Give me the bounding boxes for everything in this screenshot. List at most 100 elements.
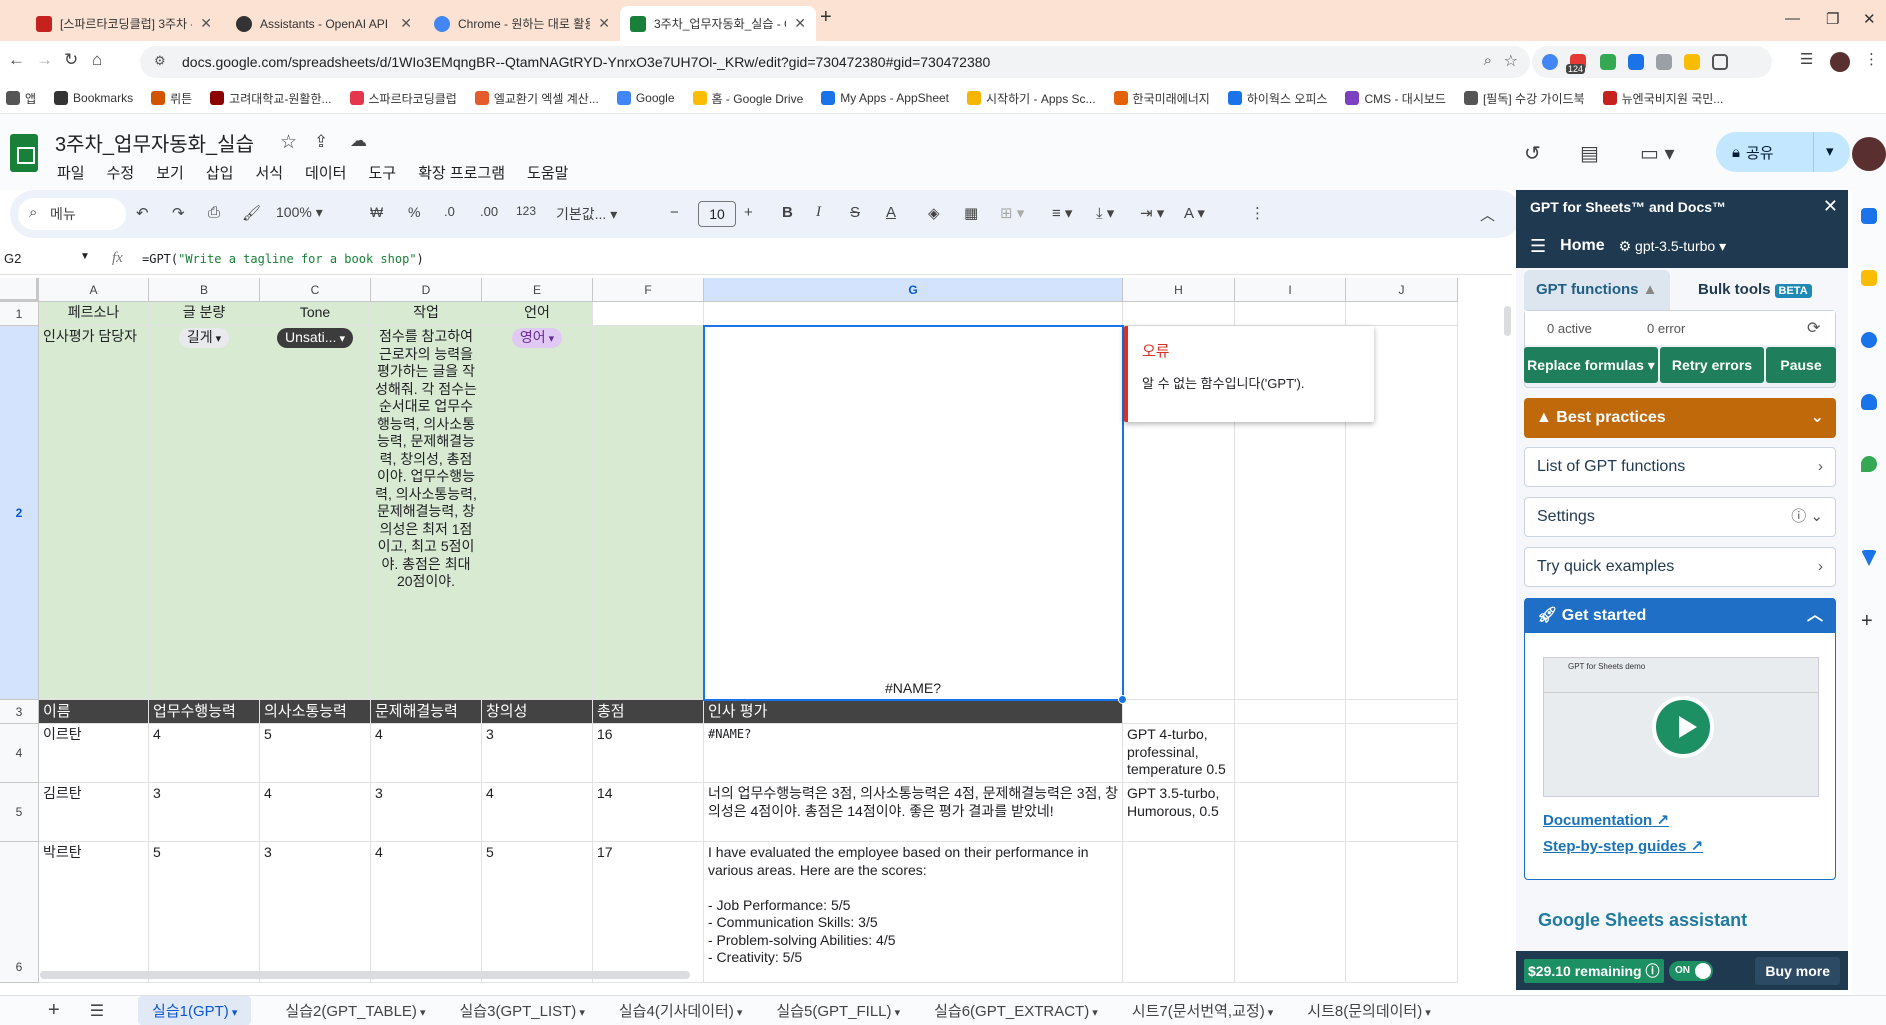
browser-tab[interactable]: Chrome - 원하는 대로 활용할 ✕ [424, 6, 620, 41]
name-box-dropdown-icon[interactable]: ▼ [80, 251, 90, 262]
score-cell[interactable]: 3 [371, 783, 482, 842]
spreadsheet-grid[interactable]: A B C D E F G H I J 1 2 3 4 5 6 페르소나 글 분량 Tone 작업 언어 인사평가 담당자… [0, 278, 1512, 983]
sheet-tab[interactable]: 실습4(기사데이터) [619, 1000, 743, 1021]
language-chip[interactable]: 영어 [511, 328, 563, 348]
play-icon[interactable] [1652, 696, 1714, 758]
select-all-corner[interactable] [0, 278, 39, 302]
column-title-cell[interactable]: 의사소통능력 [260, 700, 371, 724]
replace-formulas-button[interactable]: Replace formulas ▾ [1524, 347, 1658, 383]
browser-tab[interactable]: Assistants - OpenAI API ✕ [226, 6, 422, 41]
sheets-logo[interactable] [10, 134, 38, 172]
site-info-icon[interactable]: ⚙ [154, 53, 166, 69]
tasks-icon[interactable] [1861, 332, 1877, 348]
tab-bulk-tools[interactable]: Bulk tools BETA [1698, 270, 1812, 310]
maps-icon[interactable] [1861, 456, 1877, 472]
header-cell[interactable]: 글 분량 [149, 302, 260, 326]
column-header[interactable]: I [1235, 278, 1346, 302]
back-icon[interactable]: ← [8, 50, 25, 70]
score-cell[interactable]: 4 [371, 724, 482, 783]
score-cell[interactable]: 5 [149, 842, 260, 983]
bookmark-item[interactable]: 시작하기 - Apps Sc... [967, 90, 1096, 107]
bookmark-item[interactable]: 홈 - Google Drive [692, 90, 803, 107]
browser-tab-active[interactable]: 3주차_업무자동화_실습 - Goog ✕ [620, 6, 816, 41]
close-tab-icon[interactable]: ✕ [598, 15, 610, 32]
grid-cell[interactable] [1235, 302, 1346, 326]
close-tab-icon[interactable]: ✕ [400, 15, 412, 32]
refresh-icon[interactable]: ⟳ [1807, 318, 1820, 338]
grid-cell[interactable] [1235, 724, 1346, 783]
history-icon[interactable]: ↺ [1524, 141, 1541, 166]
text-rotation-icon[interactable]: A ▾ [1184, 204, 1205, 222]
extension-icon[interactable] [1542, 54, 1558, 70]
maximize-icon[interactable]: ❐ [1826, 10, 1839, 28]
minimize-icon[interactable]: — [1785, 10, 1800, 27]
row-header[interactable]: 2 [0, 326, 39, 700]
tab-gpt-functions[interactable]: GPT functions ▲ [1524, 270, 1670, 310]
user-avatar[interactable] [1852, 137, 1886, 171]
column-header[interactable]: G [704, 278, 1123, 302]
collapse-menus-icon[interactable]: ︿ [1480, 204, 1495, 225]
score-cell[interactable]: 17 [593, 842, 704, 983]
bookmark-item[interactable]: CMS - 대시보드 [1345, 90, 1446, 107]
font-size-input[interactable]: 10 [698, 201, 736, 227]
star-icon[interactable]: ☆ [280, 131, 297, 154]
score-cell[interactable]: 4 [371, 842, 482, 983]
score-cell[interactable]: 14 [593, 783, 704, 842]
document-title[interactable]: 3주차_업무자동화_실습 [55, 128, 254, 157]
sheet-tab[interactable]: 시트7(문서번역,교정) [1132, 1000, 1273, 1021]
bookmark-item[interactable]: Google [616, 91, 675, 105]
grid-cell[interactable] [1235, 783, 1346, 842]
extension-rail-icon[interactable] [1861, 550, 1877, 566]
menu-item[interactable]: 확장 프로그램 [418, 162, 505, 183]
grid-cell[interactable] [704, 302, 1123, 326]
home-link[interactable]: Home [1560, 237, 1604, 255]
language-cell[interactable]: 영어 [482, 326, 593, 700]
column-header[interactable]: A [39, 278, 149, 302]
score-cell[interactable]: 3 [149, 783, 260, 842]
italic-icon[interactable]: I [816, 204, 821, 221]
bookmark-item[interactable]: 앱 [6, 90, 36, 107]
grid-cell[interactable] [1346, 302, 1458, 326]
bookmark-item[interactable]: Bookmarks [54, 91, 133, 105]
grid-cell[interactable] [1346, 724, 1458, 783]
column-title-cell[interactable]: 문제해결능력 [371, 700, 482, 724]
note-cell[interactable] [1123, 842, 1235, 983]
font-select[interactable]: 기본값... ▾ [556, 204, 617, 224]
formula-input[interactable]: =GPT("Write a tagline for a book shop") [142, 252, 424, 266]
undo-icon[interactable]: ↶ [136, 204, 149, 222]
score-cell[interactable]: 4 [482, 783, 593, 842]
bookmark-item[interactable]: 뤼튼 [151, 90, 192, 107]
extension-icon[interactable] [1684, 54, 1700, 70]
retry-errors-button[interactable]: Retry errors [1660, 347, 1764, 383]
bookmark-item[interactable]: [필독] 수강 가이드북 [1463, 90, 1585, 107]
menu-item[interactable]: 파일 [57, 162, 85, 183]
bookmark-item[interactable]: 엘교환기 엑셀 계산... [474, 90, 599, 107]
tone-chip[interactable]: Unsati... [277, 328, 353, 348]
score-cell[interactable]: 5 [482, 842, 593, 983]
column-header[interactable]: D [371, 278, 482, 302]
move-folder-icon[interactable]: ⇪ [314, 132, 328, 152]
grid-cell[interactable] [1123, 302, 1235, 326]
more-options-icon[interactable]: ⋮ [1250, 204, 1265, 222]
pause-button[interactable]: Pause [1766, 347, 1836, 383]
score-cell[interactable]: 4 [260, 783, 371, 842]
browser-menu-icon[interactable]: ⋮ [1864, 50, 1879, 68]
home-icon[interactable]: ⌂ [92, 50, 102, 70]
grid-cell[interactable] [1346, 700, 1458, 724]
zoom-select[interactable]: 100% ▾ [276, 204, 323, 221]
extension-icon[interactable] [1628, 54, 1644, 70]
bookmark-item[interactable]: 고려대학교-원활한... [210, 90, 332, 107]
extensions-puzzle-icon[interactable] [1712, 54, 1728, 70]
header-cell[interactable]: 작업 [371, 302, 482, 326]
hamburger-icon[interactable]: ☰ [1530, 236, 1546, 257]
name-cell[interactable]: 김르탄 [39, 783, 149, 842]
note-cell[interactable]: GPT 3.5-turbo, Humorous, 0.5 [1123, 783, 1235, 842]
tone-cell[interactable]: Unsati... [260, 326, 371, 700]
name-cell[interactable]: 박르탄 [39, 842, 149, 983]
grid-cell[interactable] [1123, 700, 1235, 724]
bookmark-item[interactable]: My Apps - AppSheet [821, 91, 949, 105]
fill-handle[interactable] [1118, 695, 1127, 704]
print-icon[interactable]: ⎙ [208, 204, 220, 221]
merge-cells-icon[interactable]: ⊞ ▾ [1000, 204, 1024, 222]
grid-cell[interactable] [1346, 842, 1458, 983]
